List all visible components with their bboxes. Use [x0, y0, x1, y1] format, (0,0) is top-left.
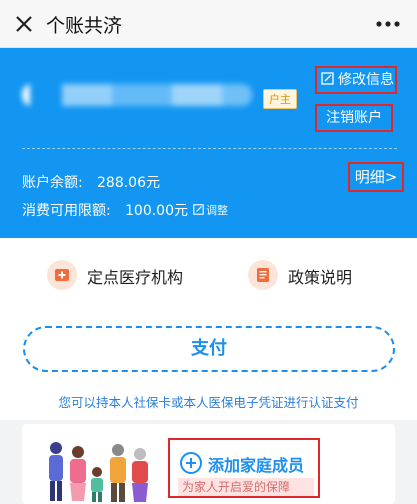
add-family-subtitle: 为家人开启爱的保障: [178, 478, 314, 496]
detail-button[interactable]: 明细>: [348, 162, 404, 192]
edit-info-button[interactable]: 修改信息: [315, 66, 397, 94]
adjust-limit-link[interactable]: 调整: [193, 202, 228, 218]
medical-institutions-label: 定点医疗机构: [87, 268, 184, 287]
limit-value: 100.00元: [125, 203, 188, 219]
adjust-label: 调整: [206, 204, 228, 217]
quick-links: 定点医疗机构 政策说明: [0, 238, 417, 310]
add-family-label: 添加家庭成员: [208, 456, 305, 475]
hospital-plus-icon: [47, 260, 77, 290]
family-illustration: [49, 442, 148, 502]
limit-label: 消费可用限额:: [22, 203, 111, 219]
pay-hint: 您可以持本人社保卡或本人医保电子凭证进行认证支付: [58, 395, 359, 410]
edit-icon: [321, 72, 334, 85]
document-icon: [248, 260, 278, 290]
balance-value: 288.06元: [97, 175, 160, 191]
add-family-member-button[interactable]: 添加家庭成员 为家人开启爱的保障: [168, 438, 320, 498]
close-icon[interactable]: [12, 12, 36, 36]
title-bar: 个账共济: [0, 0, 417, 48]
more-options-icon[interactable]: [375, 14, 401, 34]
pay-section: 支付 您可以持本人社保卡或本人医保电子凭证进行认证支付: [0, 310, 417, 420]
family-card: 添加家庭成员 为家人开启爱的保障: [22, 424, 395, 504]
balance-label: 账户余额:: [22, 175, 83, 191]
policy-label: 政策说明: [288, 268, 353, 287]
cancel-account-button[interactable]: 注销账户: [315, 104, 393, 132]
edit-info-label: 修改信息: [338, 72, 394, 88]
masked-account-name: [22, 84, 252, 106]
edit-icon: [193, 204, 204, 215]
page-title: 个账共济: [46, 15, 123, 37]
account-card: 户主 修改信息 注销账户 账户余额: 288.06元 消费可用限额: 100.0…: [0, 48, 417, 238]
owner-badge: 户主: [263, 89, 297, 109]
card-divider: [22, 148, 397, 149]
pay-button[interactable]: 支付: [23, 326, 395, 372]
plus-icon: [180, 452, 202, 474]
